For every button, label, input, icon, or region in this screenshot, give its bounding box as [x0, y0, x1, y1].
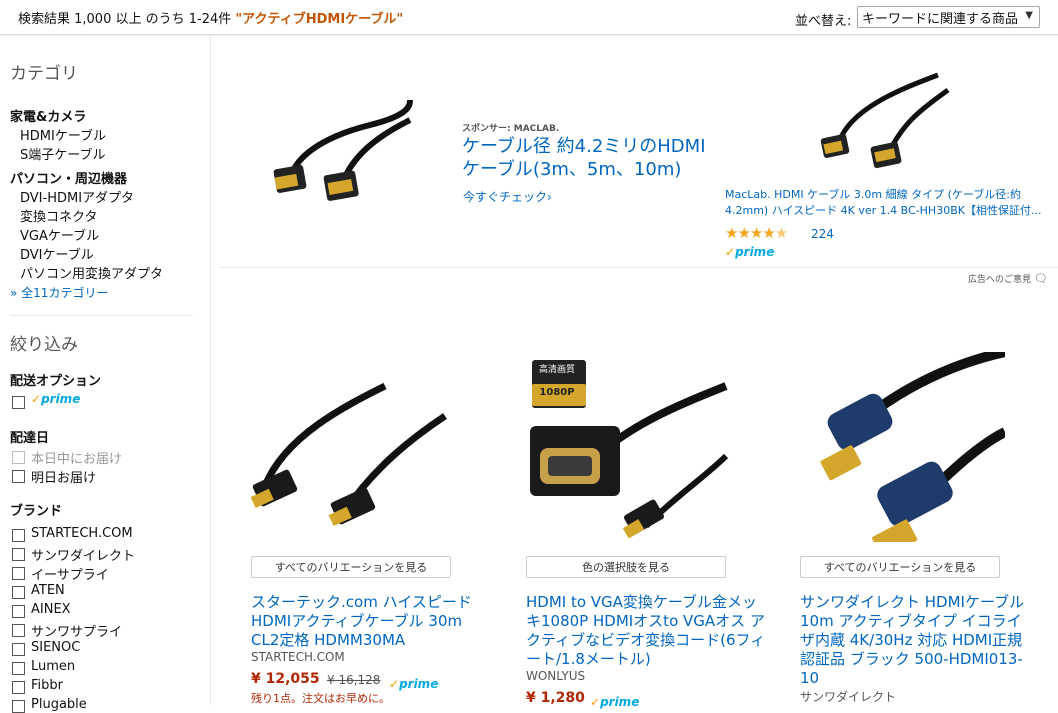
ad-feedback-link[interactable]: 広告へのご意見 🗨: [968, 272, 1048, 285]
sponsored-brand-image[interactable]: [270, 95, 420, 229]
product-price[interactable]: ¥ 1,280: [526, 690, 585, 706]
brand-heading: ブランド: [10, 504, 63, 519]
category-group-title[interactable]: 家電&カメラ: [10, 106, 86, 125]
product-old-price: ¥ 16,128: [327, 673, 381, 687]
brand-label: サンワダイレクト: [31, 549, 136, 564]
shipping-heading: 配送オプション: [10, 374, 102, 389]
sponsored-banner: スポンサー: MACLAB. ケーブル径 約4.2ミリのHDMIケーブル(3m、…: [220, 35, 1058, 268]
rating-count[interactable]: 224: [811, 227, 834, 241]
see-variations-button[interactable]: すべてのバリエーションを見る: [251, 556, 451, 578]
results-header-bar: 検索結果 1,000 以上 のうち 1-24件 "アクティブHDMIケーブル" …: [0, 0, 1058, 35]
brand-checkbox[interactable]: [12, 624, 25, 637]
brand-checkbox[interactable]: [12, 662, 25, 675]
same-day-label: 本日中にお届け: [31, 452, 123, 467]
product-title[interactable]: サンワダイレクト HDMIケーブル 10m アクティブタイプ イコライザ内蔵 4…: [800, 593, 1035, 688]
brand-label: イーサプライ: [31, 568, 109, 583]
chevron-down-double-icon: »: [10, 286, 18, 300]
sponsored-product-image[interactable]: [818, 70, 953, 184]
product-image[interactable]: [245, 376, 450, 530]
sponsor-label: スポンサー: MACLAB.: [462, 124, 560, 134]
filter-heading: 絞り込み: [10, 335, 78, 355]
sponsored-headline[interactable]: ケーブル径 約4.2ミリのHDMIケーブル(3m、5m、10m): [462, 135, 712, 181]
brand-checkbox[interactable]: [12, 586, 25, 599]
brand-label: AINEX: [31, 602, 71, 617]
sort-label: 並べ替え:: [795, 14, 852, 29]
prime-logo: ✓prime: [389, 677, 439, 691]
category-link-pc-adapter[interactable]: パソコン用変換アダプタ: [20, 263, 163, 282]
prime-checkbox[interactable]: [12, 396, 25, 409]
brand-checkbox[interactable]: [12, 700, 25, 713]
ad-feedback-label: 広告へのご意見: [968, 275, 1032, 285]
brand-label: ATEN: [31, 583, 65, 598]
prime-logo: ✓prime: [31, 392, 81, 406]
next-day-checkbox[interactable]: [12, 470, 25, 483]
sort-dropdown-value: キーワードに関連する商品: [862, 12, 1019, 27]
product-brand: サンワダイレクト: [800, 690, 897, 704]
brand-label: サンワサプライ: [31, 625, 123, 640]
category-link-dvi-hdmi-adapter[interactable]: DVI-HDMIアダプタ: [20, 187, 134, 206]
product-brand: STARTECH.COM: [251, 650, 345, 664]
delivery-heading: 配達日: [10, 431, 50, 446]
brand-checkbox[interactable]: [12, 681, 25, 694]
prime-label: prime: [735, 245, 775, 259]
brand-label: Lumen: [31, 659, 76, 674]
search-query: "アクティブHDMIケーブル": [235, 12, 404, 27]
next-day-label: 明日お届け: [31, 471, 97, 486]
category-link-s-video-cable[interactable]: S端子ケーブル: [20, 144, 105, 163]
result-count-text: 検索結果 1,000 以上 のうち 1-24件: [18, 12, 232, 27]
sort-dropdown[interactable]: キーワードに関連する商品 ▼: [857, 6, 1040, 28]
brand-label: SIENOC: [31, 640, 81, 655]
prime-logo: ✓prime: [590, 695, 640, 709]
brand-checkbox[interactable]: [12, 548, 25, 561]
product-image[interactable]: [800, 347, 1008, 559]
sponsored-product-title[interactable]: MacLab. HDMI ケーブル 3.0m 細線 タイプ (ケーブル径:約4.…: [725, 187, 1045, 219]
rating-stars[interactable]: ★★★★★: [725, 224, 788, 242]
category-group-title[interactable]: パソコン・周辺機器: [10, 168, 127, 187]
prime-label: prime: [41, 392, 81, 406]
category-link-hdmi-cable[interactable]: HDMIケーブル: [20, 125, 106, 144]
brand-checkbox[interactable]: [12, 643, 25, 656]
filter-sidebar: カテゴリ 家電&カメラ HDMIケーブル S端子ケーブル パソコン・周辺機器 D…: [0, 35, 211, 713]
stock-warning: 残り1点。注文はお早めに。: [251, 692, 390, 705]
divider: [10, 315, 193, 316]
see-variations-button[interactable]: すべてのバリエーションを見る: [800, 556, 1000, 578]
category-link-vga-cable[interactable]: VGAケーブル: [20, 225, 99, 244]
see-color-options-button[interactable]: 色の選択肢を見る: [526, 556, 726, 578]
product-price[interactable]: ¥ 12,055: [251, 671, 320, 687]
product-brand: WONLYUS: [526, 669, 586, 683]
brand-label: Fibbr: [31, 678, 63, 693]
product-title[interactable]: HDMI to VGA変換ケーブル金メッキ1080P HDMIオスto VGAオ…: [526, 593, 766, 669]
chevron-down-icon: ▼: [1025, 10, 1033, 21]
category-link-conversion-connector[interactable]: 変換コネクタ: [20, 206, 97, 225]
more-categories-link[interactable]: » 全11カテゴリー: [10, 284, 108, 301]
same-day-checkbox[interactable]: [12, 451, 25, 464]
product-title[interactable]: スターテック.com ハイスピードHDMIアクティブケーブル 30m CL2定格…: [251, 593, 481, 650]
result-count: 検索結果 1,000 以上 のうち 1-24件 "アクティブHDMIケーブル": [18, 8, 403, 27]
more-categories-label: 全11カテゴリー: [21, 286, 109, 300]
brand-checkbox[interactable]: [12, 529, 25, 542]
speech-bubble-icon: 🗨: [1033, 272, 1048, 285]
prime-logo: ✓prime: [725, 245, 775, 259]
category-link-dvi-cable[interactable]: DVIケーブル: [20, 244, 94, 263]
category-heading: カテゴリ: [10, 64, 78, 84]
brand-checkbox[interactable]: [12, 605, 25, 618]
prime-label: prime: [399, 677, 439, 691]
brand-label: STARTECH.COM: [31, 526, 133, 541]
product-image[interactable]: [526, 356, 731, 550]
product-badge-bottom: 1080P: [539, 387, 575, 398]
check-now-link[interactable]: 今すぐチェック›: [463, 188, 552, 205]
prime-label: prime: [600, 695, 640, 709]
brand-checkbox[interactable]: [12, 567, 25, 580]
product-badge-top: 高清画質: [538, 365, 575, 375]
